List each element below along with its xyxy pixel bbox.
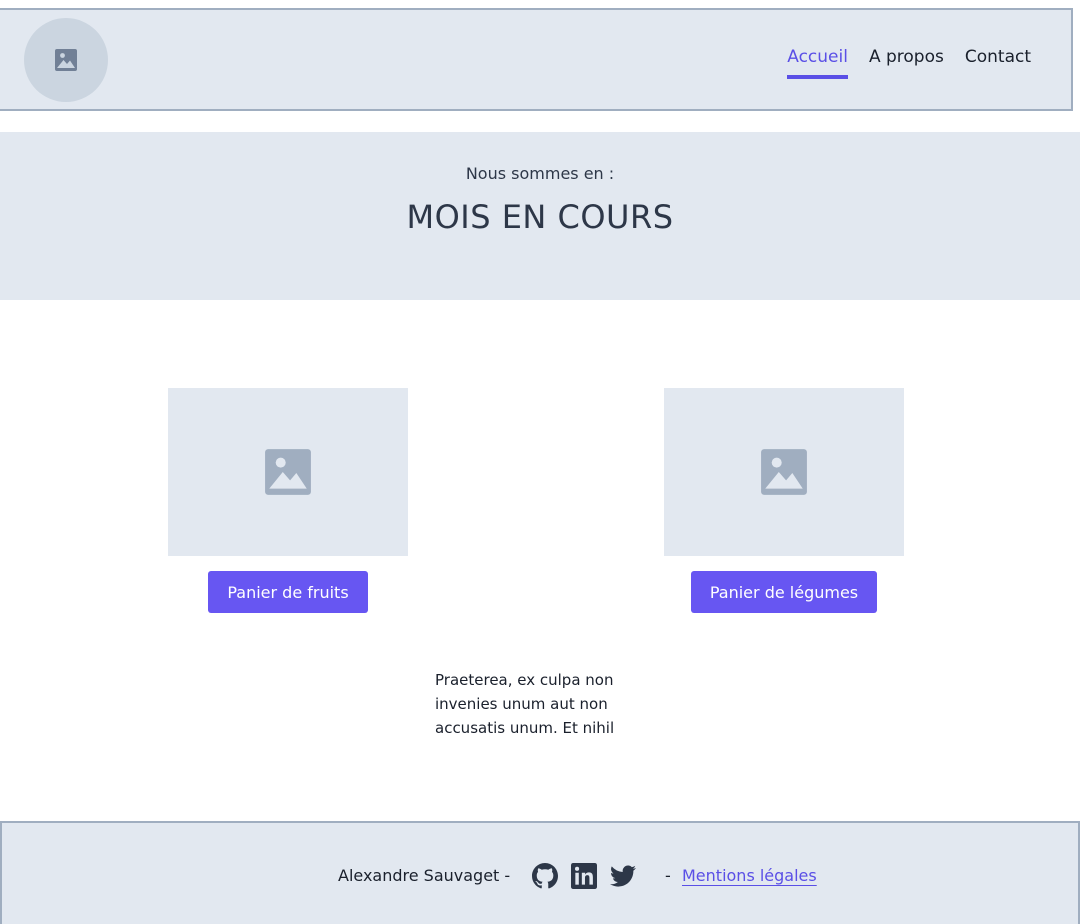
hero-subtitle: Nous sommes en : [465,164,615,183]
image-placeholder-icon [265,449,311,495]
card-image [664,388,904,556]
footer-separator: - [665,866,671,885]
site-header: Accueil A propos Contact [0,8,1073,111]
hero-title: MOIS EN COURS [406,198,674,236]
github-icon[interactable] [532,863,558,889]
nav-link-contact[interactable]: Contact [965,46,1031,79]
intro-paragraph: Praeterea, ex culpa non invenies unum au… [435,671,615,737]
author-name: Alexandre Sauvaget - [338,866,511,885]
card-image [168,388,408,556]
main-nav: Accueil A propos Contact [787,46,1031,79]
hero-banner: Nous sommes en : MOIS EN COURS [0,132,1080,300]
vegetables-basket-button[interactable]: Panier de légumes [690,571,878,613]
image-placeholder-icon [55,49,77,71]
logo[interactable] [24,18,108,102]
nav-link-accueil[interactable]: Accueil [787,46,848,79]
card-fruits: Panier de fruits [168,388,408,613]
nav-link-a-propos[interactable]: A propos [869,46,944,79]
legal-notice-link[interactable]: Mentions légales [682,866,817,885]
card-vegetables: Panier de légumes [664,388,904,613]
site-footer: Alexandre Sauvaget - - Mentions légales [0,821,1080,924]
twitter-icon[interactable] [610,863,636,889]
linkedin-icon[interactable] [571,863,597,889]
image-placeholder-icon [761,449,807,495]
fruits-basket-button[interactable]: Panier de fruits [208,571,368,613]
